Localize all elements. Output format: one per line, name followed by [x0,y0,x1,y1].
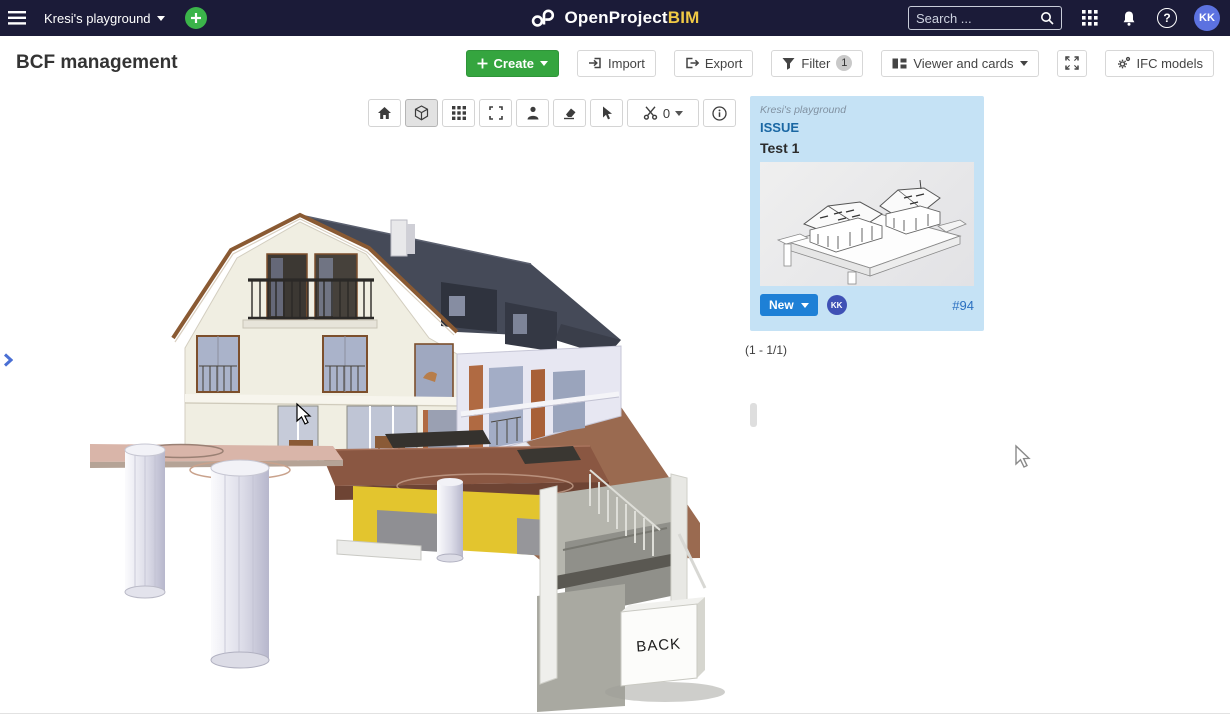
chevron-right-icon [3,353,13,367]
fullscreen-icon [1065,56,1079,70]
chevron-down-icon [675,111,683,116]
cube-icon [414,105,429,121]
first-person-button[interactable] [516,99,549,127]
work-package-id: #94 [952,298,974,313]
export-button[interactable]: Export [674,50,754,77]
expand-sidebar-button[interactable] [3,353,13,367]
card-title: Test 1 [760,140,974,156]
assignee-avatar[interactable]: KK [827,295,847,315]
user-avatar[interactable]: KK [1194,5,1220,31]
3d-view-button[interactable] [405,99,438,127]
objects-grid-button[interactable] [442,99,475,127]
card-type-label: ISSUE [760,120,974,135]
logo-text-suffix: BIM [668,8,700,27]
ifc-models-button[interactable]: IFC models [1105,50,1214,77]
viewpoint-snapshot[interactable] [760,162,974,286]
notifications-button[interactable] [1118,7,1140,29]
global-search [908,6,1062,30]
project-selector-label: Kresi's playground [44,11,151,26]
hamburger-menu-icon[interactable] [0,0,34,36]
modules-menu-button[interactable] [1079,7,1101,29]
openproject-logo-icon [530,8,556,28]
plus-icon [477,58,488,69]
project-selector[interactable]: Kresi's playground [44,11,165,26]
plus-icon [190,12,202,24]
info-icon [712,106,727,121]
top-navigation-bar: Kresi's playground OpenProjectBIM [0,0,1230,36]
expand-brackets-icon [489,106,503,120]
create-button[interactable]: Create [466,50,559,77]
help-button[interactable]: ? [1157,8,1177,28]
quick-add-button[interactable] [185,7,207,29]
logo-text-primary: OpenProject [564,8,667,27]
building-model: BACK [85,198,745,713]
filter-funnel-icon [782,57,795,70]
issue-card[interactable]: Kresi's playground ISSUE Test 1 [750,96,984,331]
select-tool-button[interactable] [590,99,623,127]
scissors-icon [643,106,658,120]
section-cut-count: 0 [663,106,670,121]
reset-elements-button[interactable] [553,99,586,127]
fit-view-button[interactable] [479,99,512,127]
pagination-label: (1 - 1/1) [745,343,787,357]
chevron-down-icon [540,61,548,66]
app-logo[interactable]: OpenProjectBIM [530,8,699,28]
apps-grid-icon [1082,10,1098,26]
search-input[interactable] [916,11,1040,26]
display-mode-button[interactable]: Viewer and cards [881,50,1038,77]
home-icon [377,106,392,120]
viewport-bottom-edge [0,713,1230,714]
export-icon [685,56,699,70]
page-header: BCF management Create Import Export Filt… [0,36,1230,90]
status-dropdown-button[interactable]: New [760,294,818,316]
page-title: BCF management [16,52,178,74]
model-info-button[interactable] [703,99,736,127]
back-sign-label: BACK [636,635,682,655]
viewer-and-cards-icon [892,57,907,70]
search-icon[interactable] [1040,11,1054,25]
card-project-name: Kresi's playground [760,104,974,116]
ifc-viewer-canvas[interactable]: BACK [85,198,745,713]
panel-resize-handle[interactable] [750,403,757,427]
gear-icon [1116,56,1131,70]
chevron-down-icon [157,16,165,21]
grid-dots-icon [452,106,466,120]
chevron-down-icon [1020,61,1028,66]
mouse-cursor [1012,444,1032,470]
help-glyph: ? [1163,11,1170,25]
bell-icon [1121,10,1137,27]
ifc-viewer-toolbar: 0 [368,99,736,127]
fullscreen-button[interactable] [1057,50,1087,77]
import-icon [588,56,602,70]
home-view-button[interactable] [368,99,401,127]
eraser-icon [562,106,577,120]
cursor-arrow-icon [600,106,613,121]
chevron-down-icon [801,303,809,308]
snapshot-wireframe-drawing [760,162,974,286]
import-button[interactable]: Import [577,50,656,77]
filter-count-badge: 1 [836,55,852,71]
filter-button[interactable]: Filter 1 [771,50,863,77]
section-cut-button[interactable]: 0 [627,99,699,127]
person-icon [526,106,540,120]
